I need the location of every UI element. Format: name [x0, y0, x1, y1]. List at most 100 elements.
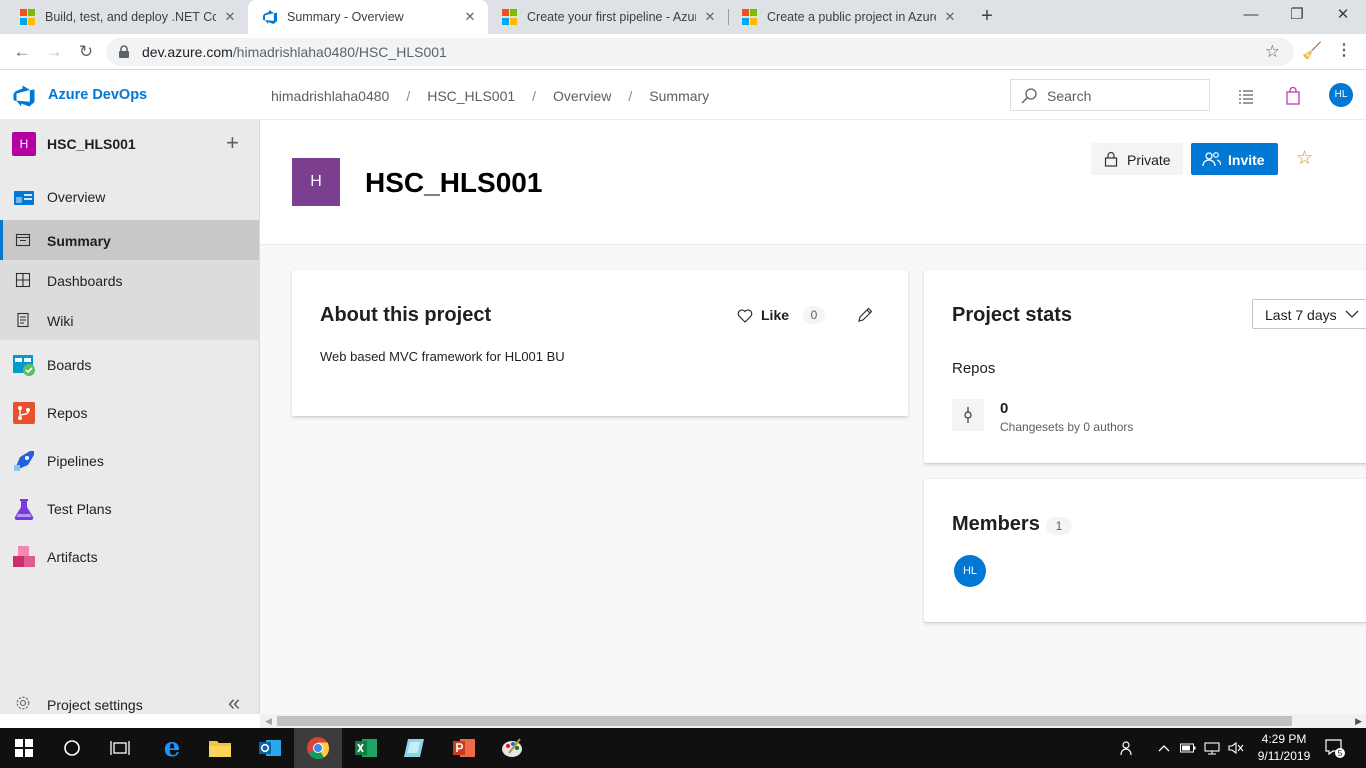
- breadcrumb-overview[interactable]: Overview: [553, 88, 611, 104]
- add-icon[interactable]: +: [226, 130, 239, 156]
- task-view-icon[interactable]: [96, 728, 144, 768]
- edge-browser-icon[interactable]: e: [148, 728, 196, 768]
- forward-icon[interactable]: →: [42, 40, 66, 64]
- project-settings-label: Project settings: [47, 697, 143, 713]
- whiteboard-app-icon[interactable]: [390, 728, 438, 768]
- sidebar-item-pipelines[interactable]: Pipelines: [0, 439, 259, 483]
- address-bar[interactable]: dev.azure.com/himadrishlaha0480/HSC_HLS0…: [106, 38, 1294, 66]
- minimize-icon[interactable]: —: [1228, 0, 1274, 34]
- cortana-search-icon[interactable]: [48, 728, 96, 768]
- close-tab-icon[interactable]: ✕: [222, 9, 238, 25]
- collapse-sidebar-icon[interactable]: «: [228, 690, 240, 716]
- outlook-icon[interactable]: [246, 728, 294, 768]
- sidebar-item-label: Pipelines: [47, 453, 104, 469]
- excel-icon[interactable]: [342, 728, 390, 768]
- sidebar-item-overview[interactable]: Overview: [0, 175, 259, 219]
- project-tile: H: [292, 158, 340, 206]
- people-icon[interactable]: [1120, 728, 1136, 768]
- favorite-star-icon[interactable]: ☆: [1296, 147, 1313, 170]
- close-tab-icon[interactable]: ✕: [462, 9, 478, 25]
- close-tab-icon[interactable]: ✕: [702, 9, 718, 25]
- scroll-right-icon[interactable]: ▶: [1355, 716, 1362, 727]
- maximize-icon[interactable]: ❐: [1274, 0, 1320, 34]
- heart-icon: [737, 308, 753, 323]
- project-name: HSC_HLS001: [47, 136, 136, 152]
- browser-tab[interactable]: Create a public project in Azure D ✕: [728, 0, 968, 34]
- marketplace-bag-icon[interactable]: [1284, 87, 1302, 105]
- project-selector[interactable]: H HSC_HLS001 +: [0, 120, 259, 168]
- gear-icon: [16, 696, 30, 710]
- sidebar-item-boards[interactable]: Boards: [0, 343, 259, 387]
- about-title: About this project: [320, 304, 492, 326]
- show-hidden-icons-icon[interactable]: [1158, 728, 1170, 768]
- tab-title: Build, test, and deploy .NET Core: [45, 10, 216, 24]
- left-navigation: H HSC_HLS001 + Overview Summary Dashboar…: [0, 120, 260, 715]
- new-tab-icon[interactable]: +: [976, 5, 998, 27]
- ado-header: Azure DevOps himadrishlaha0480 / HSC_HLS…: [0, 71, 1366, 120]
- browser-tab-active[interactable]: Summary - Overview ✕: [248, 0, 488, 34]
- tab-title: Create your first pipeline - Azure: [527, 10, 696, 24]
- like-count: 0: [803, 306, 826, 324]
- browser-toolbar: ← → ↻ dev.azure.com/himadrishlaha0480/HS…: [0, 34, 1366, 70]
- reload-icon[interactable]: ↻: [74, 40, 98, 64]
- sidebar-item-wiki[interactable]: Wiki: [0, 300, 259, 340]
- network-icon[interactable]: [1204, 728, 1220, 768]
- sidebar-item-test-plans[interactable]: Test Plans: [0, 487, 259, 531]
- browser-menu-icon[interactable]: ⋮: [1336, 40, 1352, 60]
- breadcrumb-org[interactable]: himadrishlaha0480: [271, 88, 389, 104]
- file-explorer-icon[interactable]: [196, 728, 244, 768]
- chrome-icon[interactable]: [294, 728, 342, 768]
- bookmark-star-icon[interactable]: ☆: [1265, 42, 1280, 62]
- search-placeholder: Search: [1047, 88, 1092, 104]
- sidebar-item-summary[interactable]: Summary: [0, 220, 259, 260]
- repos-icon: [13, 402, 35, 424]
- close-window-icon[interactable]: ✕: [1320, 0, 1366, 34]
- user-avatar[interactable]: HL: [1329, 83, 1353, 107]
- time-range-dropdown[interactable]: Last 7 days: [1252, 299, 1366, 329]
- sidebar-item-dashboards[interactable]: Dashboards: [0, 260, 259, 300]
- windows-start-icon[interactable]: [0, 728, 48, 768]
- pipelines-icon: [14, 451, 34, 471]
- sidebar-item-artifacts[interactable]: Artifacts: [0, 535, 259, 579]
- system-clock[interactable]: 4:29 PM 9/11/2019: [1250, 731, 1318, 765]
- browser-tab[interactable]: Build, test, and deploy .NET Core ✕: [6, 0, 248, 34]
- extension-broom-icon[interactable]: 🧹: [1302, 41, 1322, 61]
- task-list-icon[interactable]: [1237, 87, 1255, 105]
- paint-icon[interactable]: [488, 728, 536, 768]
- project-settings[interactable]: Project settings «: [0, 686, 259, 722]
- breadcrumb-separator: /: [532, 88, 537, 104]
- powerpoint-icon[interactable]: [440, 728, 488, 768]
- edit-pencil-icon[interactable]: [856, 306, 874, 324]
- like-button[interactable]: Like 0: [737, 306, 826, 324]
- close-tab-icon[interactable]: ✕: [942, 9, 958, 25]
- invite-button[interactable]: Invite: [1191, 143, 1278, 175]
- scroll-left-icon[interactable]: ◀: [265, 716, 272, 727]
- members-count: 1: [1046, 517, 1072, 535]
- wiki-icon: [17, 312, 29, 328]
- back-icon[interactable]: ←: [10, 40, 34, 64]
- member-avatar[interactable]: HL: [954, 555, 986, 587]
- microsoft-logo-icon: [502, 9, 518, 25]
- breadcrumb-project[interactable]: HSC_HLS001: [427, 88, 515, 104]
- breadcrumb-summary[interactable]: Summary: [649, 88, 709, 104]
- horizontal-scrollbar[interactable]: ◀ ▶: [260, 714, 1366, 728]
- battery-icon[interactable]: [1180, 728, 1196, 768]
- sidebar-item-repos[interactable]: Repos: [0, 391, 259, 435]
- private-button[interactable]: Private: [1091, 143, 1183, 175]
- time-range-value: Last 7 days: [1265, 307, 1337, 323]
- changesets-caption: Changesets by 0 authors: [1000, 420, 1134, 434]
- azure-devops-logo-icon[interactable]: [12, 84, 36, 108]
- clock-date: 9/11/2019: [1257, 749, 1311, 763]
- brand-name[interactable]: Azure DevOps: [48, 87, 147, 103]
- browser-tab[interactable]: Create your first pipeline - Azure ✕: [488, 0, 728, 34]
- action-center-icon[interactable]: 5: [1324, 728, 1346, 768]
- members-card: Members 1 HL: [924, 479, 1366, 622]
- url-host: dev.azure.com: [142, 44, 233, 60]
- volume-muted-icon[interactable]: [1228, 728, 1244, 768]
- search-input[interactable]: Search: [1010, 79, 1210, 111]
- url-path: /himadrishlaha0480/HSC_HLS001: [232, 44, 447, 60]
- scrollbar-thumb[interactable]: [277, 716, 1292, 726]
- breadcrumb-separator: /: [406, 88, 411, 104]
- like-label: Like: [761, 307, 790, 323]
- windows-taskbar: e 4:29 PM 9/11/2019 5: [0, 728, 1366, 768]
